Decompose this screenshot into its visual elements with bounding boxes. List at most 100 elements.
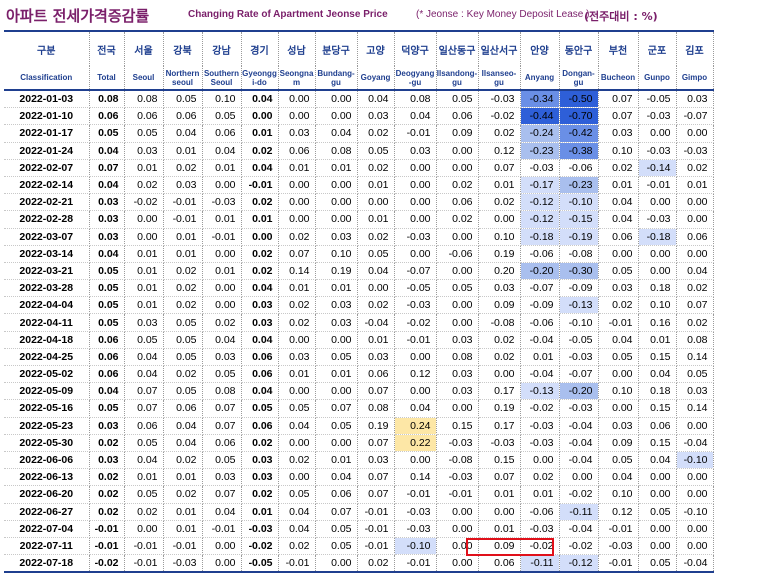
table-cell: 0.04 xyxy=(202,142,242,160)
table-cell: -0.04 xyxy=(559,451,599,470)
table-cell: -0.06 xyxy=(520,245,560,263)
column-header-ko: 강북 xyxy=(163,30,203,66)
table-cell: -0.05 xyxy=(394,279,437,298)
table-cell: 0.04 xyxy=(598,468,639,487)
row-date: 2022-05-09 xyxy=(4,382,90,401)
table-cell: 0.01 xyxy=(278,159,316,177)
table-cell: 0.07 xyxy=(598,107,639,126)
table-cell: 0.00 xyxy=(124,520,164,538)
table-cell: -0.03 xyxy=(638,107,677,126)
table-cell: 0.05 xyxy=(163,313,203,332)
row-date: 2022-02-28 xyxy=(4,210,90,229)
table-cell: 0.02 xyxy=(357,228,395,246)
table-cell: 0.04 xyxy=(202,503,242,521)
header-row-korean: 구분 전국 서울 강북 강남 경기 성남 분당구 고양 덕양구 일산동구 일산서구 안양 동안구 부천 군포 김… xyxy=(4,30,714,66)
table-cell: 0.04 xyxy=(315,124,358,143)
table-cell: 0.06 xyxy=(436,193,479,212)
row-date: 2022-02-07 xyxy=(4,159,90,177)
table-cell: 0.10 xyxy=(638,296,677,315)
table-cell: 0.07 xyxy=(357,382,395,401)
table-row: 2022-03-21 0.05 0.01 0.02 0.01 0.02 0.14 0.19 0.… xyxy=(4,262,714,281)
table-cell: 0.07 xyxy=(478,468,521,487)
column-header-en: Northern seoul xyxy=(163,66,203,91)
table-cell: -0.01 xyxy=(357,537,395,556)
table-cell: 0.00 xyxy=(598,245,639,263)
table-cell: 0.04 xyxy=(124,348,164,367)
table-cell: 0.06 xyxy=(676,228,714,246)
table-row: 2022-04-04 0.05 0.01 0.02 0.00 0.03 0.02 0.03 0.… xyxy=(4,296,714,315)
table-cell: -0.01 xyxy=(357,503,395,521)
table-cell: -0.03 xyxy=(394,296,437,315)
table-row: 2022-05-09 0.04 0.07 0.05 0.08 0.04 0.00 0.00 0.… xyxy=(4,382,714,401)
table-cell: 0.03 xyxy=(598,279,639,298)
row-date: 2022-04-04 xyxy=(4,296,90,315)
row-date: 2022-03-14 xyxy=(4,245,90,263)
table-cell: 0.05 xyxy=(202,451,242,470)
table-cell: 0.06 xyxy=(89,365,125,384)
table-cell: 0.05 xyxy=(124,124,164,143)
table-cell: 0.02 xyxy=(278,313,316,332)
table-cell: 0.03 xyxy=(278,124,316,143)
table-cell: 0.10 xyxy=(598,485,639,504)
table-cell: 0.02 xyxy=(163,485,203,504)
table-cell: 0.18 xyxy=(638,382,677,401)
table-cell: 0.01 xyxy=(124,262,164,281)
table-row: 2022-06-13 0.02 0.01 0.01 0.03 0.03 0.00 0.04 0.… xyxy=(4,468,714,487)
table-cell: -0.18 xyxy=(638,228,677,246)
table-cell: 0.00 xyxy=(638,485,677,504)
table-cell: 0.00 xyxy=(278,468,316,487)
table-cell: 0.02 xyxy=(124,503,164,521)
table-cell: 0.05 xyxy=(163,90,203,109)
table-row: 2022-04-25 0.06 0.04 0.05 0.03 0.06 0.03 0.05 0.… xyxy=(4,348,714,367)
table-cell: 0.01 xyxy=(124,159,164,177)
table-cell: -0.01 xyxy=(598,313,639,332)
table-cell: 0.00 xyxy=(676,210,714,229)
table-cell: 0.06 xyxy=(89,348,125,367)
table-cell: 0.02 xyxy=(436,176,479,195)
table-cell: 0.05 xyxy=(278,485,316,504)
table-row: 2022-07-11 -0.01 -0.01 -0.01 0.00 -0.02 0.02 0.… xyxy=(4,537,714,556)
table-cell: 0.05 xyxy=(436,90,479,109)
row-date: 2022-03-21 xyxy=(4,262,90,281)
table-cell: 0.00 xyxy=(278,90,316,109)
table-cell: 0.04 xyxy=(638,451,677,470)
table-cell: 0.05 xyxy=(278,399,316,418)
table-cell: -0.01 xyxy=(357,520,395,538)
table-cell: -0.01 xyxy=(394,554,437,573)
table-cell: 0.04 xyxy=(315,468,358,487)
table-row: 2022-02-07 0.07 0.01 0.02 0.01 0.04 0.01 0.01 0.… xyxy=(4,159,714,177)
table-cell: 0.07 xyxy=(315,503,358,521)
table-cell: 0.03 xyxy=(202,348,242,367)
column-header-ko: 김포 xyxy=(676,30,714,66)
column-header-ko: 강남 xyxy=(202,30,242,66)
table-cell: 0.00 xyxy=(202,245,242,263)
table-cell: 0.02 xyxy=(163,296,203,315)
row-date: 2022-07-11 xyxy=(4,537,90,556)
table-cell: 0.06 xyxy=(315,485,358,504)
table-cell: -0.03 xyxy=(559,399,599,418)
table-cell: 0.05 xyxy=(89,313,125,332)
table-cell: -0.44 xyxy=(520,107,560,126)
table-cell: 0.03 xyxy=(676,382,714,401)
table-cell: -0.08 xyxy=(478,313,521,332)
table-cell: 0.00 xyxy=(478,503,521,521)
column-header-en: Goyang xyxy=(357,66,395,91)
table-cell: -0.01 xyxy=(394,485,437,504)
column-header-ko: 군포 xyxy=(638,30,677,66)
table-cell: 0.04 xyxy=(394,399,437,418)
table-cell: -0.03 xyxy=(163,554,203,573)
table-cell: -0.38 xyxy=(559,142,599,160)
table-cell: -0.01 xyxy=(394,331,437,349)
table-cell: 0.00 xyxy=(394,159,437,177)
table-cell: 0.00 xyxy=(315,554,358,573)
table-cell: -0.01 xyxy=(436,485,479,504)
table-cell: 0.22 xyxy=(394,434,437,452)
table-cell: 0.10 xyxy=(598,142,639,160)
table-cell: -0.01 xyxy=(638,176,677,195)
table-cell: 0.01 xyxy=(163,520,203,538)
table-cell: -0.09 xyxy=(520,296,560,315)
table-cell: 0.05 xyxy=(315,417,358,435)
table-body: 2022-01-03 0.08 0.08 0.05 0.10 0.04 0.00 0.00 0.… xyxy=(4,90,714,573)
table-cell: -0.07 xyxy=(559,365,599,384)
table-cell: 0.02 xyxy=(89,503,125,521)
